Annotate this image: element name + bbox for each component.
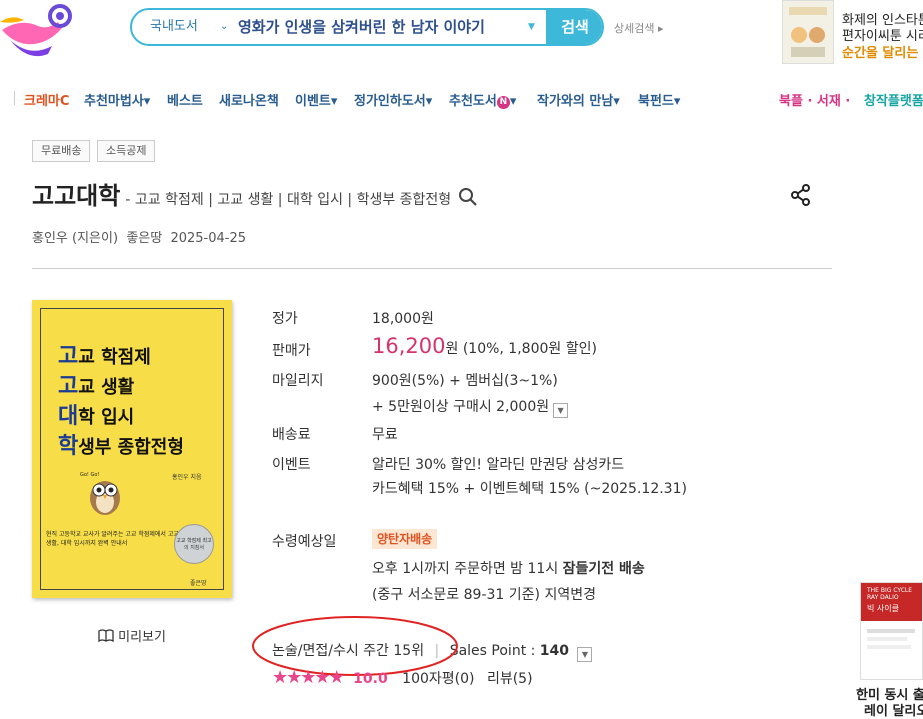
- nav-item-best[interactable]: 베스트: [167, 90, 203, 109]
- list-price-value: 18,000원: [372, 311, 434, 327]
- search-dropdown-icon[interactable]: ▼: [528, 10, 535, 44]
- nav-right-platform[interactable]: 창작플랫폼: [864, 90, 923, 109]
- cover-blurb: 현직 고등학교 교사가 알려주는 고교 학점제에서 고교 생활, 대학 입시까지…: [46, 531, 179, 547]
- delivery-region[interactable]: (중구 서소문로 89-31 기준) 지역변경: [372, 584, 596, 604]
- advanced-search-link[interactable]: 상세검색 ▸: [614, 20, 664, 36]
- list-price-label: 정가: [272, 311, 298, 327]
- book-open-icon: [98, 629, 118, 645]
- mileage-label: 마일리지: [272, 373, 324, 389]
- shipping-value: 무료: [372, 427, 398, 443]
- chevron-down-icon: ▾: [509, 94, 517, 109]
- nav-item-bookfund[interactable]: 북펀드▾: [638, 90, 680, 109]
- side-ad-book[interactable]: THE BIG CYCLE RAY DALIO 빅 사이클: [860, 582, 923, 680]
- rating-value: 10.0: [353, 671, 388, 687]
- rating-line: ★★★★★ 10.0 100자평(0) 리뷰(5): [272, 667, 533, 688]
- tag-free-shipping: 무료배송: [32, 140, 91, 162]
- owl-illustration: Go! Go!: [80, 468, 130, 522]
- book-meta: 홍인우 (지은이) 좋은땅 2025-04-25: [32, 227, 246, 246]
- tag-tax-deduction: 소득공제: [97, 140, 156, 162]
- cover-publisher: 좋은땅: [190, 580, 207, 587]
- event-line[interactable]: 알라딘 30% 할인! 알라딘 만권당 삼성카드: [372, 454, 624, 474]
- discount-info: (10%, 1,800원 할인): [462, 341, 597, 357]
- delivery-label: 수령예상일: [272, 534, 337, 550]
- nav-item-recommended[interactable]: 추천도서 N ▾: [449, 90, 516, 109]
- mileage-value: 900원(5%) + 멤버십(3~1%): [372, 373, 558, 389]
- book-title: 고고대학: [32, 182, 121, 210]
- cover-title-line: 대학 입시: [58, 404, 135, 429]
- nav-item-recommend-wizard[interactable]: 추천마법사▾: [84, 90, 150, 109]
- star-icon: ★: [286, 667, 302, 688]
- aladin-logo[interactable]: [0, 0, 80, 62]
- publisher-link[interactable]: 좋은땅: [126, 231, 162, 246]
- svg-text:Go! Go!: Go! Go!: [80, 472, 99, 478]
- nav-item-new-books[interactable]: 새로나온책: [219, 90, 279, 109]
- new-badge: N: [496, 96, 510, 109]
- search-category-select[interactable]: 국내도서: [150, 10, 198, 44]
- nav-item-recommended-label: 추천도서: [449, 94, 497, 109]
- short-review-link[interactable]: 100자평(0): [402, 671, 474, 687]
- sale-price-value: 16,200: [372, 334, 446, 358]
- search-input[interactable]: 영화가 인생을 삼켜버린 한 남자 이야기: [238, 10, 485, 44]
- divider: [32, 268, 832, 269]
- nav-item-crema[interactable]: 크레마C: [24, 90, 69, 109]
- preview-button[interactable]: 미리보기: [98, 626, 166, 645]
- sales-point-value: 140: [539, 643, 570, 659]
- share-icon[interactable]: [790, 184, 812, 210]
- nav-right-bookple[interactable]: 북플 · 서재 ·: [779, 90, 850, 109]
- cover-title-line: 고교 학점제: [58, 344, 151, 369]
- book-title-line: 고고대학 - 고교 학점제 | 고교 생활 | 대학 입시 | 학생부 종합전형: [32, 176, 478, 211]
- star-icon: ★: [300, 667, 316, 688]
- review-link[interactable]: 리뷰(5): [487, 671, 533, 687]
- sale-price-block: 16,200원 (10%, 1,800원 할인): [372, 334, 597, 358]
- author-link[interactable]: 홍인우 (지은이): [32, 231, 118, 246]
- cover-title-line: 고교 생활: [58, 374, 135, 399]
- book-cover[interactable]: 고교 학점제 고교 생활 대학 입시 학생부 종합전형 홍인우 지음 Go! G…: [32, 300, 232, 598]
- sales-point-label: Sales Point :: [449, 643, 536, 659]
- main-nav: 크레마C 추천마법사▾ 베스트 새로나온책 이벤트▾ 정가인하도서▾ 추천도서 N…: [0, 86, 923, 112]
- chevron-down-icon[interactable]: ⌄: [220, 10, 228, 44]
- event-line[interactable]: 카드혜택 15% + 이벤트혜택 15% (~2025.12.31): [372, 478, 687, 498]
- delivery-line: 오후 1시까지 주문하면 밤 11시 잠들기전 배송: [372, 558, 645, 578]
- event-label: 이벤트: [272, 457, 311, 473]
- chevron-down-icon[interactable]: ▼: [577, 647, 593, 662]
- ad-text-line[interactable]: 순간을 달리는 할: [842, 42, 923, 61]
- star-icon: ★: [272, 667, 288, 688]
- delivery-highlight: 잠들기전 배송: [562, 561, 645, 577]
- chevron-down-icon[interactable]: ▼: [553, 403, 569, 418]
- side-ad-cover: THE BIG CYCLE RAY DALIO 빅 사이클: [861, 583, 922, 621]
- delivery-text: 오후 1시까지 주문하면 밤 11시: [372, 561, 563, 577]
- cover-seal: 고교 학점제 최고의 지침서: [174, 524, 214, 564]
- sale-price-label: 판매가: [272, 343, 311, 359]
- mileage-extra: + 5만원이상 구매시 2,000원 ▼: [372, 396, 569, 418]
- delivery-badge: 양탄자배송: [372, 529, 438, 549]
- sale-price-unit: 원: [445, 341, 459, 357]
- search-box: 국내도서 ⌄ 영화가 인생을 삼켜버린 한 남자 이야기 ▼ 검색: [130, 8, 604, 46]
- side-ad-caption[interactable]: 레이 달리오: [864, 700, 923, 719]
- publish-date: 2025-04-25: [170, 231, 247, 246]
- nav-item-price-cut[interactable]: 정가인하도서▾: [354, 90, 432, 109]
- search-button[interactable]: 검색: [546, 10, 602, 44]
- shipping-label: 배송료: [272, 427, 311, 443]
- cover-author: 홍인우 지음: [172, 474, 202, 481]
- preview-label: 미리보기: [118, 630, 166, 645]
- search-icon[interactable]: [458, 187, 478, 211]
- nav-item-events[interactable]: 이벤트▾: [295, 90, 337, 109]
- star-icon: ★: [314, 667, 330, 688]
- mileage-extra-text: + 5만원이상 구매시 2,000원: [372, 399, 550, 415]
- cover-title-line: 학생부 종합전형: [58, 434, 184, 459]
- ad-thumbnail[interactable]: [782, 0, 834, 64]
- star-icon: ★: [328, 667, 345, 688]
- nav-item-author-meet[interactable]: 작가와의 만남▾: [537, 90, 620, 109]
- nav-divider: [14, 91, 15, 105]
- book-subtitle: - 고교 학점제 | 고교 생활 | 대학 입시 | 학생부 종합전형: [125, 192, 452, 208]
